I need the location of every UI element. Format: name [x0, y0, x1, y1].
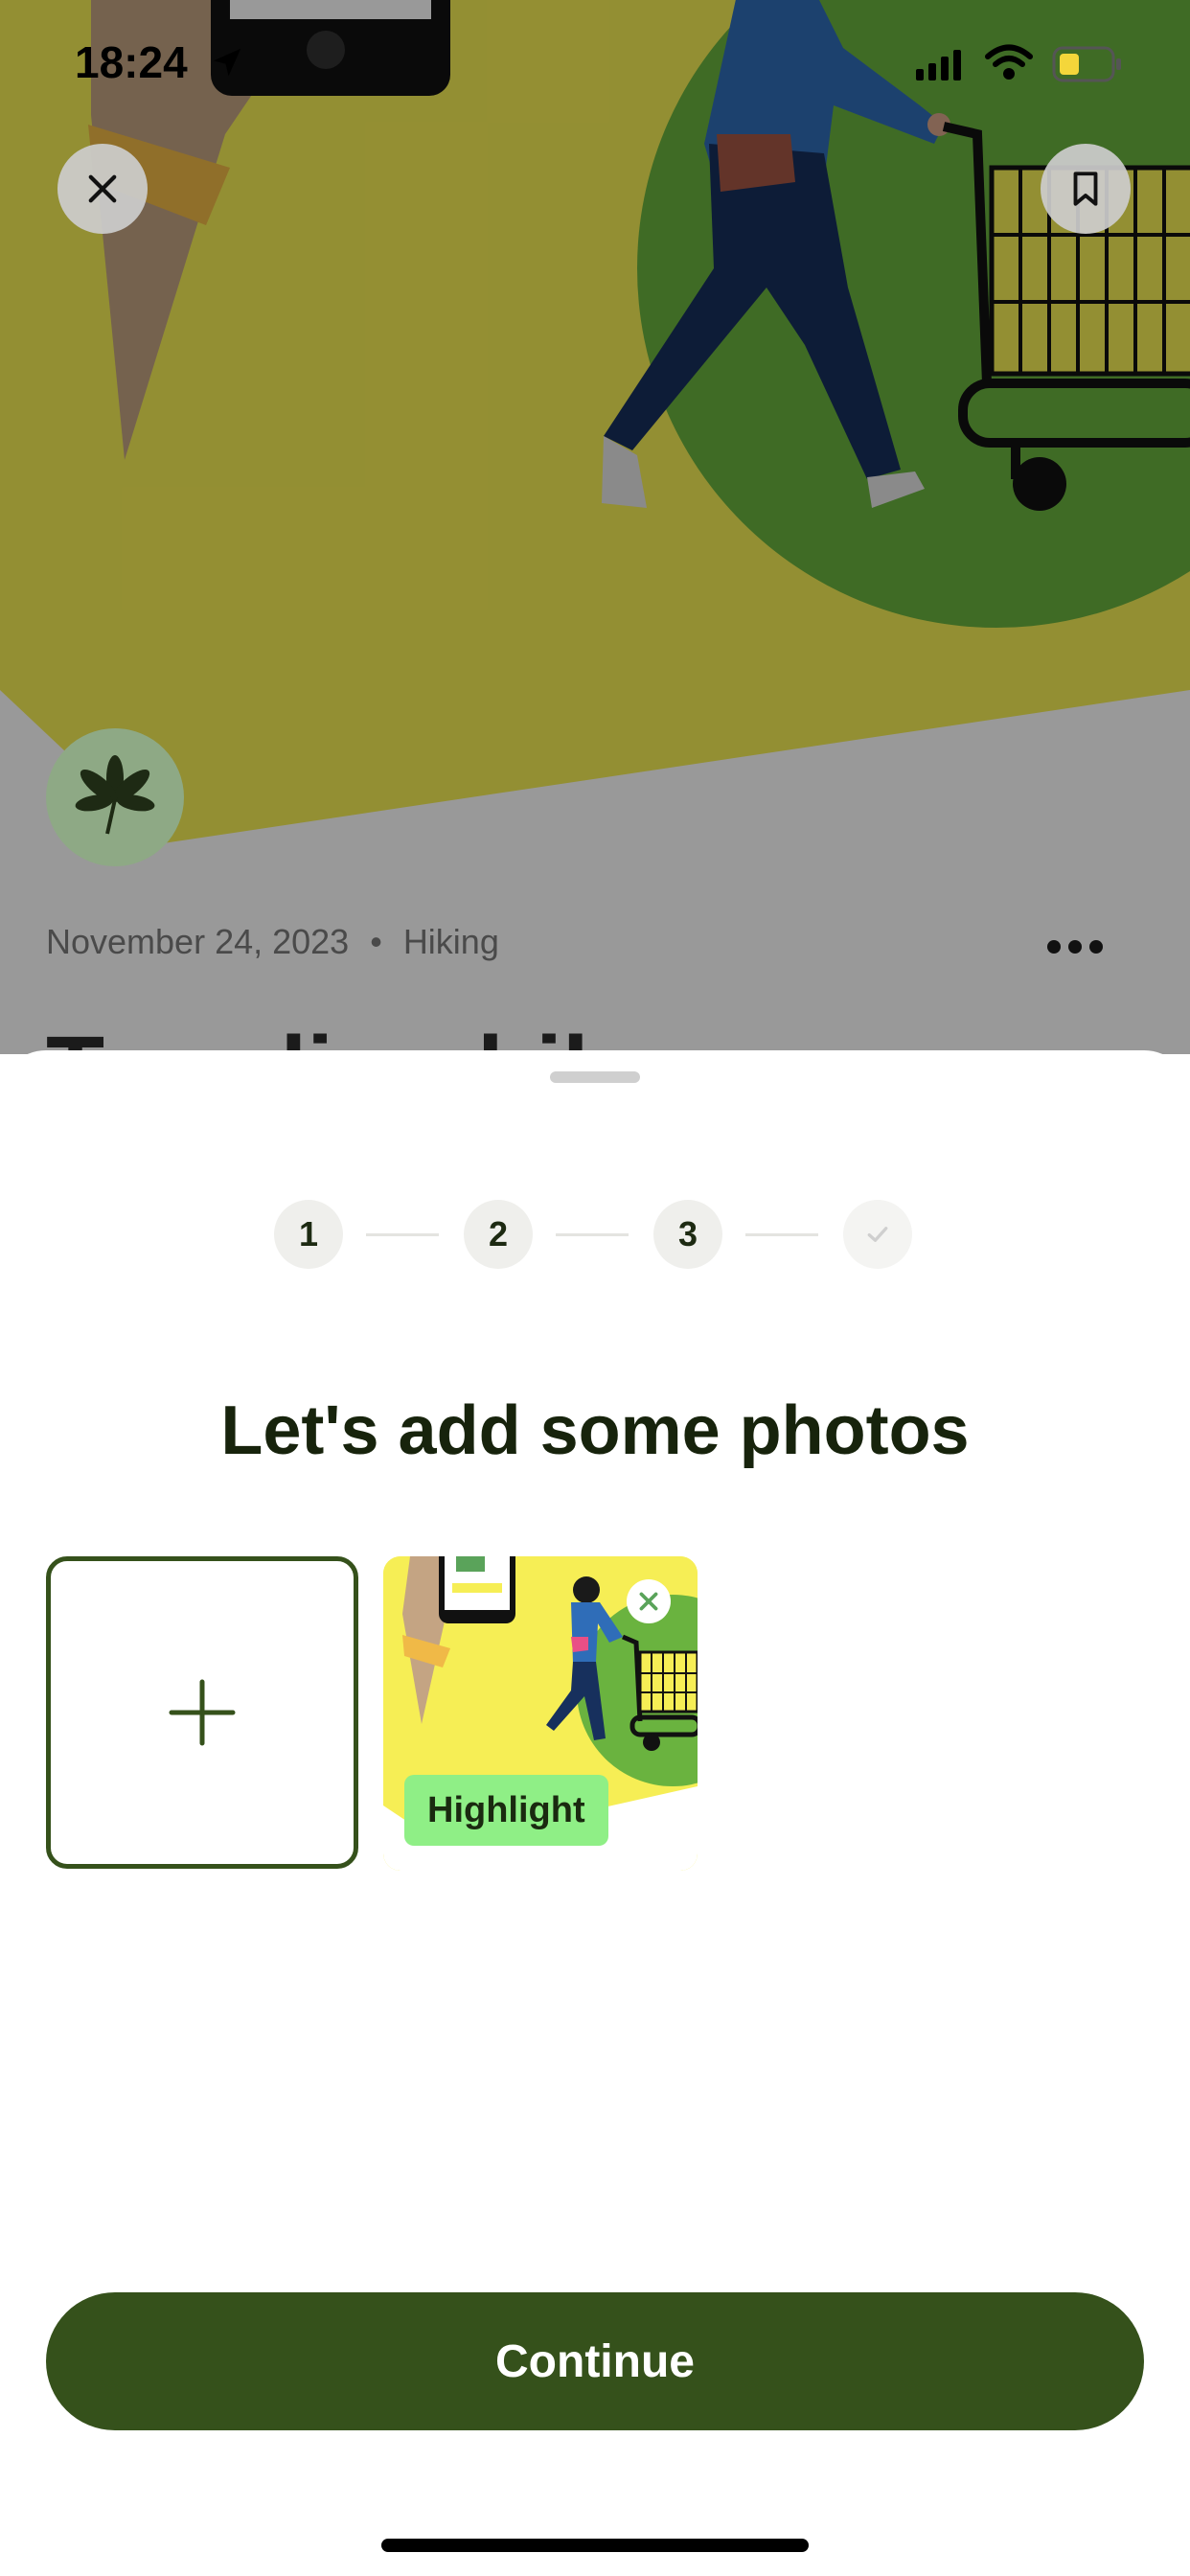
step-complete — [843, 1200, 912, 1269]
plus-icon — [169, 1679, 236, 1746]
continue-button[interactable]: Continue — [46, 2292, 1144, 2430]
avatar[interactable] — [46, 728, 184, 866]
step-connector — [366, 1233, 439, 1236]
step-connector — [745, 1233, 818, 1236]
bookmark-icon — [1073, 172, 1098, 206]
more-options-icon[interactable] — [1044, 937, 1106, 956]
modal-backdrop[interactable] — [0, 0, 1190, 1054]
battery-icon — [1052, 46, 1121, 82]
checkmark-icon — [867, 1227, 888, 1242]
step-2: 2 — [464, 1200, 533, 1269]
progress-stepper: 1 2 3 — [274, 1200, 916, 1269]
location-arrow-icon — [213, 48, 241, 77]
add-photo-button[interactable] — [46, 1556, 358, 1869]
close-icon — [639, 1592, 658, 1611]
close-button[interactable] — [57, 144, 148, 234]
home-indicator — [381, 2539, 809, 2552]
status-bar: 18:24 — [0, 0, 1190, 125]
highlight-badge[interactable]: Highlight — [404, 1775, 608, 1846]
sheet-heading: Let's add some photos — [220, 1392, 970, 1469]
remove-photo-button[interactable] — [627, 1579, 671, 1623]
add-photos-sheet: 1 2 3 Let's add some photos Highlight Co… — [0, 1050, 1190, 2576]
step-connector — [556, 1233, 629, 1236]
cellular-signal-icon — [916, 50, 961, 80]
post-activity: Hiking — [402, 922, 499, 961]
step-3: 3 — [653, 1200, 722, 1269]
bookmark-button[interactable] — [1041, 144, 1131, 234]
wifi-icon — [985, 44, 1033, 80]
post-date: November 24, 2023 — [46, 922, 350, 961]
step-1: 1 — [274, 1200, 343, 1269]
leaf-icon — [75, 755, 155, 835]
sheet-grabber[interactable] — [550, 1071, 640, 1083]
close-icon — [88, 174, 117, 203]
status-time: 18:24 — [75, 37, 188, 87]
meta-separator: • — [370, 922, 382, 961]
post-meta: November 24, 2023 • Hiking — [46, 922, 499, 962]
